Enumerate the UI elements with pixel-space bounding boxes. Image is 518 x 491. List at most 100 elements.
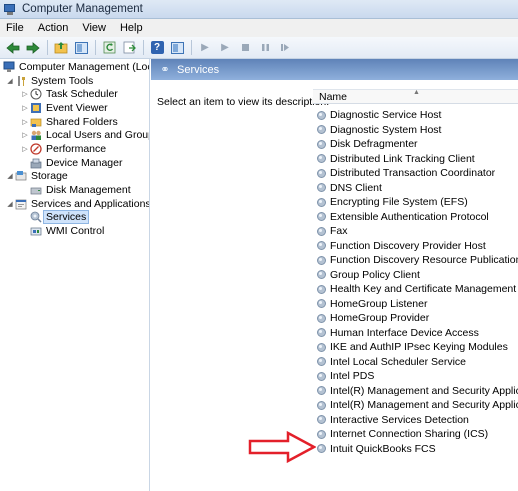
refresh-icon[interactable]	[101, 40, 117, 56]
collapsed-triangle-icon[interactable]: ▷	[21, 131, 29, 139]
service-name: Intel Local Scheduler Service	[330, 355, 466, 368]
start-service-icon[interactable]: ▶	[197, 40, 213, 56]
tree-item-event-viewer[interactable]: ▷ Event Viewer	[21, 101, 108, 114]
tree-item-device-manager[interactable]: Device Manager	[30, 156, 122, 169]
console-tree: Computer Management (Local) ◢ System Too…	[0, 59, 150, 491]
service-row[interactable]: Intel Local Scheduler Service	[316, 355, 466, 369]
collapsed-triangle-icon[interactable]: ▷	[21, 104, 29, 112]
service-name: HomeGroup Provider	[330, 312, 430, 324]
resume-service-icon[interactable]	[277, 40, 293, 56]
service-name: Distributed Link Tracking Client	[330, 152, 475, 165]
service-row[interactable]: Distributed Link Tracking Client	[316, 152, 475, 166]
expanded-triangle-icon[interactable]: ◢	[6, 172, 14, 180]
service-name: Group Policy Client	[330, 268, 420, 281]
properties-icon[interactable]	[169, 40, 185, 56]
tree-item-label: Task Scheduler	[46, 87, 118, 100]
menu-file[interactable]: File	[6, 22, 24, 34]
tree-item-services-applications[interactable]: ◢ Services and Applications	[6, 197, 150, 210]
service-name: Distributed Transaction Coordinator	[330, 167, 496, 179]
back-arrow-icon[interactable]	[5, 40, 21, 56]
column-header-name[interactable]: ▲ Name	[313, 89, 518, 104]
service-name: Disk Defragmenter	[330, 138, 418, 150]
panel-header: ⚭ Services	[151, 59, 518, 80]
tree-item-label: Services and Applications	[31, 197, 150, 210]
menu-help[interactable]: Help	[120, 22, 143, 34]
expanded-triangle-icon[interactable]: ◢	[6, 200, 14, 208]
tree-item-wmi-control[interactable]: WMI Control	[30, 224, 104, 237]
service-row[interactable]: Intuit QuickBooks FCS	[316, 442, 436, 456]
service-row[interactable]: Health Key and Certificate Management	[316, 282, 516, 296]
collapsed-triangle-icon[interactable]: ▷	[21, 145, 29, 153]
toolbar-separator	[191, 40, 192, 55]
expanded-triangle-icon[interactable]: ◢	[6, 77, 14, 85]
menu-action[interactable]: Action	[38, 22, 69, 34]
service-row[interactable]: Human Interface Device Access	[316, 326, 479, 340]
service-gear-icon	[316, 197, 327, 208]
service-row[interactable]: Intel(R) Management and Security Applica…	[316, 384, 518, 398]
up-folder-icon[interactable]	[53, 40, 69, 56]
column-name-label: Name	[319, 90, 348, 103]
service-row[interactable]: Extensible Authentication Protocol	[316, 210, 489, 224]
service-row[interactable]: Encrypting File System (EFS)	[316, 195, 468, 209]
storage-icon	[15, 170, 27, 182]
service-name: Function Discovery Resource Publication	[330, 254, 518, 266]
service-gear-icon	[316, 110, 327, 121]
service-row[interactable]: Function Discovery Resource Publication	[316, 253, 518, 267]
services-apps-icon	[15, 198, 27, 210]
tree-item-label: Computer Management (Local)	[19, 60, 150, 73]
service-row[interactable]: Intel PDS	[316, 369, 374, 383]
service-row[interactable]: IKE and AuthIP IPsec Keying Modules	[316, 340, 508, 354]
service-row[interactable]: HomeGroup Listener	[316, 297, 427, 311]
event-viewer-icon	[30, 102, 42, 114]
start-icon[interactable]: ▶	[217, 40, 233, 56]
tree-item-performance[interactable]: ▷ Performance	[21, 142, 106, 155]
service-row[interactable]: Intel(R) Management and Security Applica…	[316, 398, 518, 412]
service-row[interactable]: Fax	[316, 224, 348, 238]
tree-item-label: Services	[43, 209, 90, 224]
service-row[interactable]: Function Discovery Provider Host	[316, 239, 486, 253]
tree-item-disk-management[interactable]: Disk Management	[30, 183, 131, 196]
service-row[interactable]: Diagnostic Service Host	[316, 108, 441, 122]
service-name: Extensible Authentication Protocol	[330, 210, 489, 223]
service-gear-icon	[316, 255, 327, 266]
service-row[interactable]: Disk Defragmenter	[316, 137, 418, 151]
shared-folder-icon	[30, 116, 42, 128]
service-gear-icon	[316, 327, 327, 338]
service-name: Health Key and Certificate Management	[330, 283, 517, 295]
service-name: Intel(R) Management and Security Applica…	[330, 399, 518, 411]
service-row[interactable]: DNS Client	[316, 181, 382, 195]
menu-view[interactable]: View	[82, 22, 106, 34]
show-hide-tree-icon[interactable]	[73, 40, 89, 56]
service-name: Diagnostic System Host	[330, 123, 442, 136]
service-gear-icon	[316, 429, 327, 440]
tree-item-shared-folders[interactable]: ▷ Shared Folders	[21, 115, 118, 128]
tree-item-computer-management[interactable]: Computer Management (Local)	[3, 60, 150, 73]
tree-item-label: Local Users and Groups	[46, 128, 150, 141]
tree-item-storage[interactable]: ◢ Storage	[6, 169, 67, 182]
service-row[interactable]: Diagnostic System Host	[316, 123, 441, 137]
tree-item-label: Device Manager	[46, 156, 123, 169]
forward-arrow-icon[interactable]	[25, 40, 41, 56]
service-row[interactable]: Interactive Services Detection	[316, 413, 469, 427]
collapsed-triangle-icon[interactable]: ▷	[21, 90, 29, 98]
tree-item-task-scheduler[interactable]: ▷ Task Scheduler	[21, 87, 118, 100]
service-gear-icon	[316, 385, 327, 396]
tree-item-label: Event Viewer	[46, 101, 108, 114]
tree-item-system-tools[interactable]: ◢ System Tools	[6, 74, 93, 87]
sort-ascending-icon: ▲	[413, 89, 420, 96]
stop-service-icon[interactable]	[237, 40, 253, 56]
service-row[interactable]: Internet Connection Sharing (ICS)	[316, 427, 488, 441]
disk-icon	[30, 184, 42, 196]
pause-service-icon[interactable]	[257, 40, 273, 56]
panel-title: Services	[177, 63, 220, 76]
service-row[interactable]: Group Policy Client	[316, 268, 420, 282]
help-icon[interactable]: ?	[149, 40, 165, 56]
tree-item-services[interactable]: Services	[30, 209, 90, 224]
service-row[interactable]: HomeGroup Provider	[316, 311, 429, 325]
export-list-icon[interactable]	[121, 40, 137, 56]
tree-item-local-users-groups[interactable]: ▷ Local Users and Groups	[21, 128, 150, 141]
service-name: Human Interface Device Access	[330, 326, 479, 339]
collapsed-triangle-icon[interactable]: ▷	[21, 118, 29, 126]
service-row[interactable]: Distributed Transaction Coordinator	[316, 166, 495, 180]
clock-icon	[30, 88, 42, 100]
